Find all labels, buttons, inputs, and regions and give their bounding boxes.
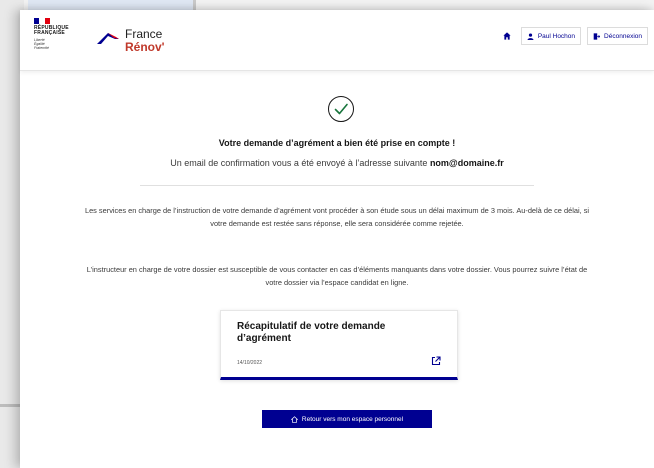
motto: Liberté Égalité Fraternité (34, 38, 94, 50)
house-roof-icon (97, 33, 119, 44)
external-link-icon[interactable] (431, 356, 441, 366)
confirmation-title: Votre demande d’agrément a bien été pris… (218, 138, 456, 148)
home-button[interactable] (499, 27, 515, 45)
back-button-label: Retour vers mon espace personnel (301, 415, 404, 423)
francaise-label: FRANÇAISE (34, 30, 65, 36)
motto-fraternite: Fraternité (34, 46, 49, 50)
back-to-personal-space-button[interactable]: Retour vers mon espace personnel (262, 410, 432, 428)
flag-icon (34, 18, 50, 24)
summary-card-date: 14/10/2022 (237, 360, 263, 366)
republique-francaise-logo[interactable]: RÉPUBLIQUE FRANÇAISE Liberté Égalité Fra… (34, 18, 94, 50)
summary-card-title: Récapitulatif de votre demande d’agrémen… (237, 321, 386, 344)
home-icon (503, 32, 511, 40)
confirmation-email-text: Un email de confirmation vous a été envo… (20, 158, 654, 168)
logout-button[interactable]: Déconnexion (587, 27, 648, 45)
confirmation-email-address: nom@domaine.fr (429, 158, 504, 168)
home-outline-icon (290, 415, 298, 423)
app-window: RÉPUBLIQUE FRANÇAISE Liberté Égalité Fra… (20, 10, 654, 468)
user-icon (527, 32, 534, 40)
instructor-contact-paragraph: L’instructeur en charge de votre dossier… (86, 265, 588, 287)
divider (140, 185, 534, 186)
brand-france: France (125, 27, 163, 41)
user-name: Paul Hochon (537, 32, 576, 40)
processing-delay-paragraph: Les services en charge de l’instruction … (84, 206, 590, 228)
logout-label: Déconnexion (604, 32, 642, 40)
user-account-button[interactable]: Paul Hochon (520, 27, 582, 45)
brand-renov: Rénov' (125, 40, 165, 54)
confirmation-email-prefix: Un email de confirmation vous a été envo… (170, 158, 428, 168)
logout-icon (593, 32, 601, 40)
summary-card[interactable]: Récapitulatif de votre demande d’agrémen… (220, 310, 458, 380)
header: RÉPUBLIQUE FRANÇAISE Liberté Égalité Fra… (20, 10, 654, 71)
success-check-icon (328, 96, 354, 122)
header-nav: Paul Hochon Déconnexion (499, 27, 648, 45)
